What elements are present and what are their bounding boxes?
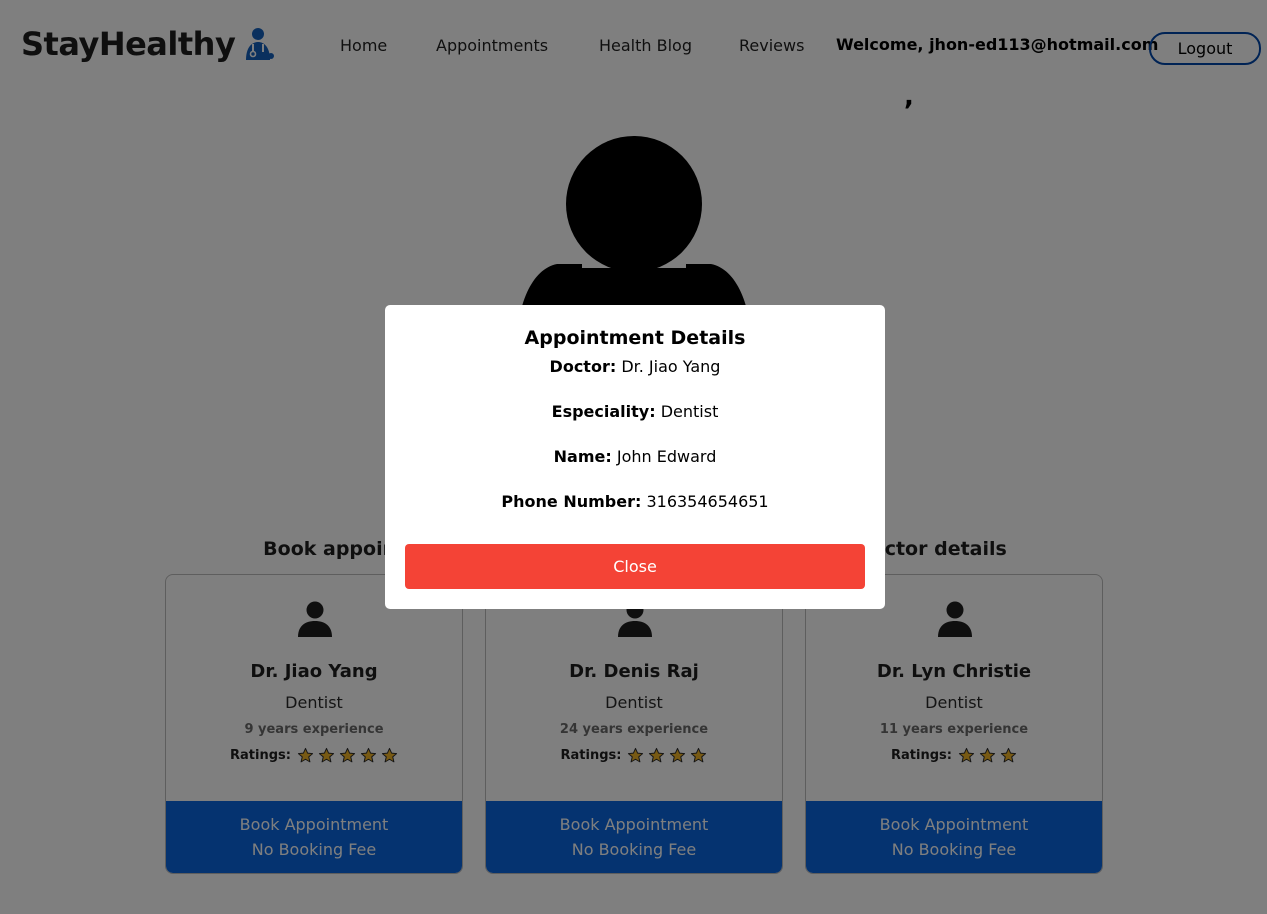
close-button[interactable]: Close [405, 544, 865, 589]
speciality-label: Especiality: [551, 402, 656, 421]
detail-speciality: Especiality: Dentist [385, 402, 885, 421]
name-value: John Edward [616, 447, 717, 466]
page: StayHealthy Home Appointments Health Blo… [0, 0, 1267, 914]
modal-title: Appointment Details [524, 327, 746, 349]
phone-value: 316354654651 [646, 492, 769, 511]
detail-phone: Phone Number: 316354654651 [385, 492, 885, 511]
phone-label: Phone Number: [501, 492, 642, 511]
doctor-label: Doctor: [549, 357, 617, 376]
appointment-details-modal: Appointment Details Doctor: Dr. Jiao Yan… [385, 305, 885, 609]
doctor-value: Dr. Jiao Yang [621, 357, 721, 376]
speciality-value: Dentist [660, 402, 719, 421]
detail-name: Name: John Edward [385, 447, 885, 466]
detail-doctor: Doctor: Dr. Jiao Yang [385, 357, 885, 376]
name-label: Name: [553, 447, 612, 466]
